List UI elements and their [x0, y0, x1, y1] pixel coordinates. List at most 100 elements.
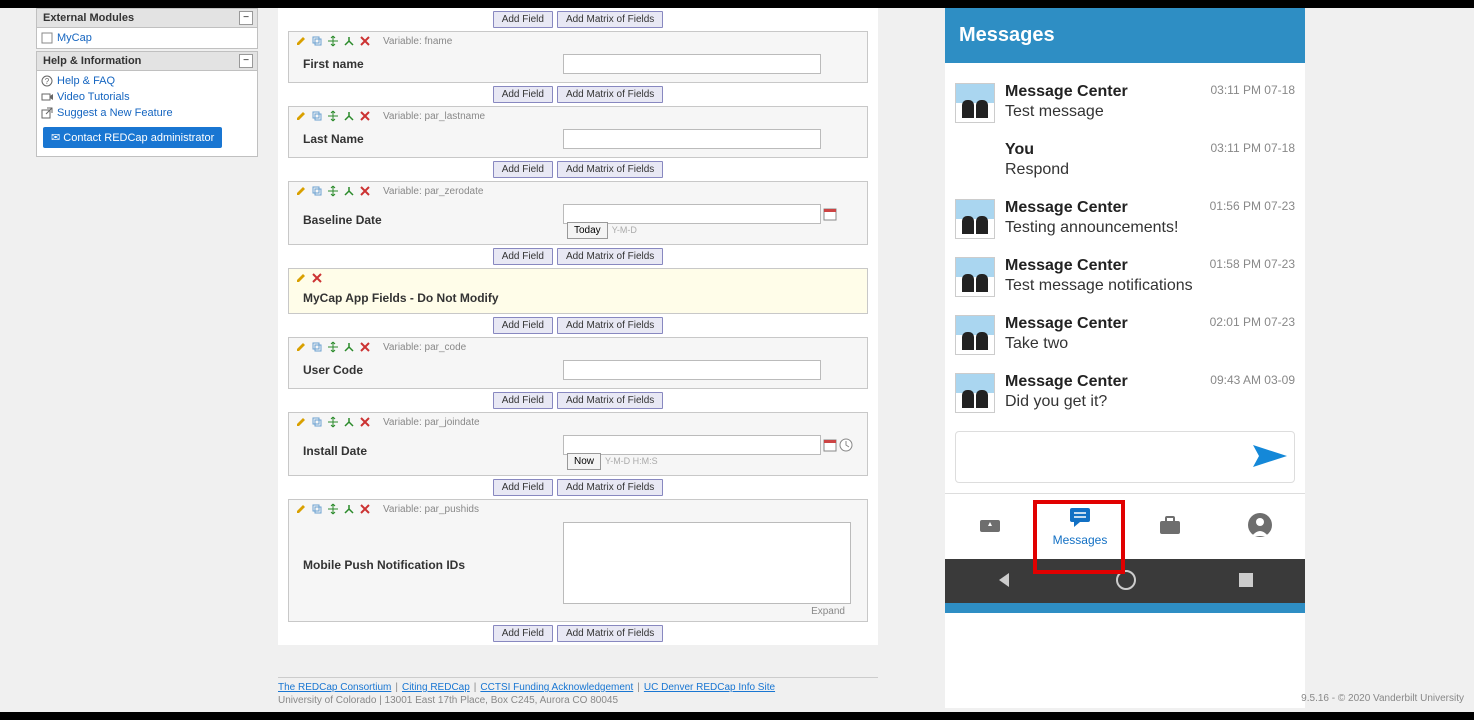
nav-case[interactable]	[1135, 513, 1205, 540]
clock-icon[interactable]	[839, 438, 853, 452]
collapse-icon[interactable]: −	[239, 54, 253, 68]
branch-icon[interactable]	[343, 416, 355, 428]
add-matrix-button[interactable]: Add Matrix of Fields	[557, 11, 663, 28]
back-icon[interactable]	[995, 570, 1015, 593]
copy-icon[interactable]	[311, 185, 323, 197]
add-field-button[interactable]: Add Field	[493, 317, 553, 334]
textarea-input[interactable]	[563, 522, 851, 604]
module-icon	[41, 32, 53, 44]
message-item[interactable]: Message CenterDid you get it?09:43 AM 03…	[955, 373, 1295, 413]
phone-mockup: Messages Message CenterTest message03:11…	[945, 8, 1305, 708]
move-icon[interactable]	[327, 35, 339, 47]
sidebar-item-mycap[interactable]: MyCap	[37, 30, 257, 46]
move-icon[interactable]	[327, 503, 339, 515]
move-icon[interactable]	[327, 416, 339, 428]
branch-icon[interactable]	[343, 185, 355, 197]
add-field-button[interactable]: Add Field	[493, 248, 553, 265]
edit-icon[interactable]	[295, 416, 307, 428]
branch-icon[interactable]	[343, 503, 355, 515]
expand-link[interactable]: Expand	[563, 604, 851, 619]
footer-link[interactable]: UC Denver REDCap Info Site	[644, 682, 775, 693]
add-field-button[interactable]: Add Field	[493, 625, 553, 642]
message-item[interactable]: YouRespond03:11 PM 07-18	[955, 141, 1295, 181]
move-icon[interactable]	[327, 110, 339, 122]
add-field-button[interactable]: Add Field	[493, 392, 553, 409]
message-time: 02:01 PM 07-23	[1210, 315, 1295, 355]
move-icon[interactable]	[327, 341, 339, 353]
compose-input[interactable]	[956, 439, 1246, 475]
add-matrix-button[interactable]: Add Matrix of Fields	[557, 392, 663, 409]
message-sender: Message Center	[1005, 315, 1202, 333]
text-input[interactable]	[563, 129, 821, 149]
date-input[interactable]	[563, 204, 821, 224]
add-field-row: Add FieldAdd Matrix of Fields	[278, 389, 878, 412]
variable-label: Variable: par_lastname	[383, 111, 485, 122]
person-icon	[1247, 512, 1273, 538]
section-header-label: MyCap App Fields - Do Not Modify	[289, 287, 867, 313]
footer-link[interactable]: Citing REDCap	[402, 682, 470, 693]
recent-icon[interactable]	[1237, 571, 1255, 592]
move-icon[interactable]	[327, 185, 339, 197]
delete-icon[interactable]	[359, 185, 371, 197]
edit-icon[interactable]	[295, 110, 307, 122]
nav-messages[interactable]: Messages	[1045, 506, 1115, 547]
add-matrix-button[interactable]: Add Matrix of Fields	[557, 86, 663, 103]
sidebar-item-video[interactable]: Video Tutorials	[37, 89, 257, 105]
sidebar-item-help-faq[interactable]: ? Help & FAQ	[37, 73, 257, 89]
text-input[interactable]	[563, 360, 821, 380]
message-sender: Message Center	[1005, 257, 1202, 275]
today-button[interactable]: Today	[567, 222, 608, 239]
copy-icon[interactable]	[311, 416, 323, 428]
form-field: Variable: par_pushidsMobile Push Notific…	[288, 499, 868, 622]
delete-icon[interactable]	[359, 416, 371, 428]
delete-icon[interactable]	[359, 341, 371, 353]
text-input[interactable]	[563, 54, 821, 74]
edit-icon[interactable]	[295, 272, 307, 284]
help-panel: Help & Information − ? Help & FAQ Video …	[36, 51, 258, 157]
collapse-icon[interactable]: −	[239, 11, 253, 25]
add-field-row: Add FieldAdd Matrix of Fields	[278, 83, 878, 106]
message-item[interactable]: Message CenterTake two02:01 PM 07-23	[955, 315, 1295, 355]
branch-icon[interactable]	[343, 35, 355, 47]
form-field: Variable: par_codeUser Code	[288, 337, 868, 389]
delete-icon[interactable]	[359, 110, 371, 122]
copy-icon[interactable]	[311, 503, 323, 515]
footer-link[interactable]: CCTSI Funding Acknowledgement	[480, 682, 633, 693]
message-item[interactable]: Message CenterTesting announcements!01:5…	[955, 199, 1295, 239]
copy-icon[interactable]	[311, 35, 323, 47]
contact-admin-button[interactable]: ✉ Contact REDCap administrator	[43, 127, 222, 148]
delete-icon[interactable]	[359, 503, 371, 515]
copy-icon[interactable]	[311, 110, 323, 122]
delete-icon[interactable]	[311, 272, 323, 284]
footer-link[interactable]: The REDCap Consortium	[278, 682, 391, 693]
add-matrix-button[interactable]: Add Matrix of Fields	[557, 317, 663, 334]
branch-icon[interactable]	[343, 341, 355, 353]
edit-icon[interactable]	[295, 185, 307, 197]
add-field-button[interactable]: Add Field	[493, 479, 553, 496]
branch-icon[interactable]	[343, 110, 355, 122]
nav-profile[interactable]	[1225, 512, 1295, 541]
edit-icon[interactable]	[295, 503, 307, 515]
delete-icon[interactable]	[359, 35, 371, 47]
add-field-button[interactable]: Add Field	[493, 86, 553, 103]
nav-activities[interactable]	[955, 512, 1025, 541]
copy-icon[interactable]	[311, 341, 323, 353]
add-matrix-button[interactable]: Add Matrix of Fields	[557, 161, 663, 178]
add-field-button[interactable]: Add Field	[493, 161, 553, 178]
edit-icon[interactable]	[295, 35, 307, 47]
message-item[interactable]: Message CenterTest message notifications…	[955, 257, 1295, 297]
now-button[interactable]: Now	[567, 453, 601, 470]
add-field-row: Add FieldAdd Matrix of Fields	[278, 8, 878, 31]
edit-icon[interactable]	[295, 341, 307, 353]
send-icon[interactable]	[1246, 441, 1294, 474]
add-matrix-button[interactable]: Add Matrix of Fields	[557, 248, 663, 265]
calendar-icon[interactable]	[823, 207, 837, 221]
field-label: Mobile Push Notification IDs	[303, 522, 563, 572]
calendar-icon[interactable]	[823, 438, 837, 452]
sidebar-item-suggest[interactable]: Suggest a New Feature	[37, 105, 257, 121]
datetime-input[interactable]	[563, 435, 821, 455]
add-matrix-button[interactable]: Add Matrix of Fields	[557, 479, 663, 496]
message-item[interactable]: Message CenterTest message03:11 PM 07-18	[955, 83, 1295, 123]
add-matrix-button[interactable]: Add Matrix of Fields	[557, 625, 663, 642]
add-field-button[interactable]: Add Field	[493, 11, 553, 28]
